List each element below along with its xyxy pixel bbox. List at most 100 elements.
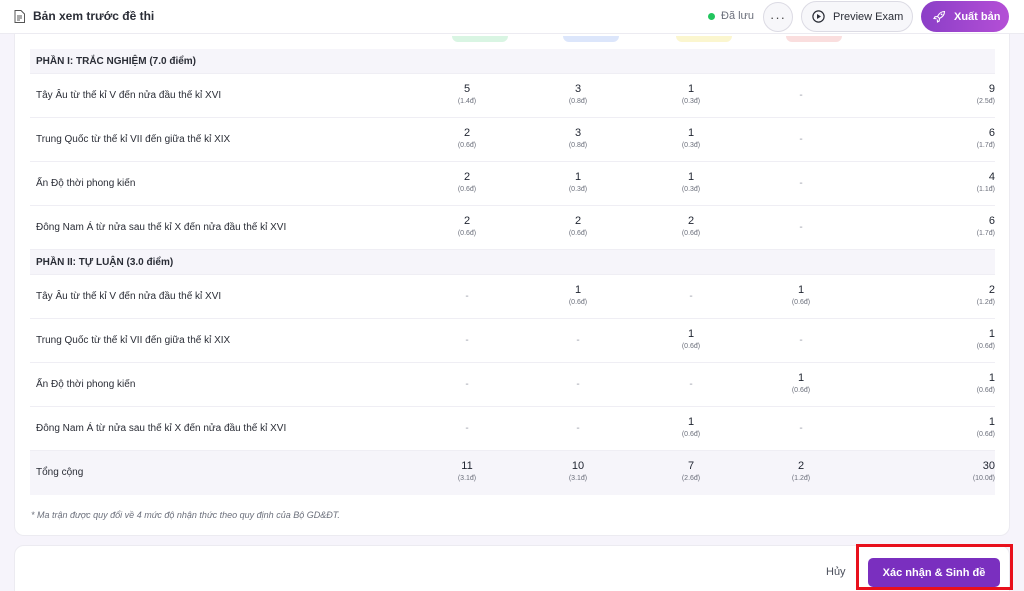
- points-value: (0.6đ): [568, 299, 588, 306]
- points-value: (0.6đ): [568, 230, 588, 237]
- level-4-cell: 2 (1.2đ): [781, 460, 821, 485]
- question-count: 6: [988, 127, 995, 139]
- cancel-button[interactable]: Hủy: [826, 566, 846, 578]
- points-value: (1.7đ): [976, 142, 995, 149]
- points-value: (0.3đ): [681, 98, 701, 105]
- topic-label: Ấn Độ thời phong kiến: [36, 178, 136, 189]
- points-value: (1.2đ): [976, 299, 995, 306]
- points-value: (0.3đ): [568, 186, 588, 193]
- level-4-cell: -: [781, 171, 821, 190]
- publish-button[interactable]: Xuất bản: [921, 1, 1009, 32]
- total-cell: 1 (0.6đ): [935, 372, 995, 397]
- question-count: 6: [988, 215, 995, 227]
- points-value: (0.3đ): [681, 142, 701, 149]
- section-header: PHẦN II: TỰ LUẬN (3.0 điểm): [30, 250, 995, 275]
- topic-label: Trung Quốc từ thế kỉ VII đến giữa thế kỉ…: [36, 134, 231, 145]
- empty-dash: -: [465, 291, 469, 302]
- points-value: (0.6đ): [976, 431, 995, 438]
- question-count: 10: [571, 460, 585, 472]
- more-options-button[interactable]: ···: [763, 2, 793, 32]
- question-count: 11: [461, 460, 473, 472]
- points-value: (0.6đ): [791, 299, 811, 306]
- level-3-cell: 1 (0.3đ): [671, 127, 711, 152]
- document-icon: [14, 10, 25, 23]
- question-count: 30: [982, 460, 995, 472]
- play-circle-icon: [812, 10, 825, 23]
- points-value: (0.6đ): [976, 343, 995, 350]
- question-count: 2: [463, 215, 471, 227]
- points-value: (0.6đ): [681, 230, 701, 237]
- top-bar: Bản xem trước đề thi Đã lưu ··· Preview …: [0, 0, 1024, 34]
- level-4-cell: -: [781, 416, 821, 435]
- matrix-table: PHẦN I: TRẮC NGHIỆM (7.0 điểm) Tây Âu từ …: [30, 49, 995, 495]
- table-row: Ấn Độ thời phong kiến 2 (0.6đ) 1 (0.3đ) 1 (0.3…: [30, 162, 995, 206]
- saved-dot-icon: [708, 12, 715, 20]
- level-2-cell: 1 (0.3đ): [558, 171, 598, 196]
- level-pill-4: [786, 36, 842, 42]
- level-2-cell: -: [558, 416, 598, 435]
- question-count: 4: [988, 171, 995, 183]
- points-value: (0.6đ): [457, 142, 477, 149]
- empty-dash: -: [799, 134, 803, 145]
- total-cell: 9 (2.5đ): [935, 83, 995, 108]
- level-1-cell: -: [447, 372, 487, 391]
- preview-exam-button[interactable]: Preview Exam: [801, 1, 913, 32]
- question-count: 7: [687, 460, 695, 472]
- level-1-cell: 11 (3.1đ): [447, 460, 487, 485]
- points-value: (2.6đ): [681, 475, 701, 482]
- points-value: (10.0đ): [972, 475, 995, 482]
- page-title: Bản xem trước đề thi: [33, 9, 155, 23]
- matrix-note: * Ma trận được quy đổi về 4 mức độ nhận …: [31, 510, 340, 520]
- level-1-cell: 2 (0.6đ): [447, 127, 487, 152]
- section-header: PHẦN I: TRẮC NGHIỆM (7.0 điểm): [30, 49, 995, 74]
- question-count: 2: [988, 284, 995, 296]
- points-value: (2.5đ): [976, 98, 995, 105]
- level-pill-1: [452, 36, 508, 42]
- publish-label: Xuất bản: [954, 10, 1001, 23]
- question-count: 5: [463, 83, 471, 95]
- empty-dash: -: [576, 335, 580, 346]
- question-count: 3: [574, 83, 582, 95]
- points-value: (3.1đ): [568, 475, 588, 482]
- highlight-box: [856, 544, 1013, 590]
- empty-dash: -: [799, 178, 803, 189]
- question-count: 2: [574, 215, 582, 227]
- points-value: (1.1đ): [976, 186, 995, 193]
- question-count: 2: [687, 215, 695, 227]
- points-value: (0.3đ): [681, 186, 701, 193]
- question-count: 1: [687, 328, 695, 340]
- matrix-card: PHẦN I: TRẮC NGHIỆM (7.0 điểm) Tây Âu từ …: [14, 34, 1010, 536]
- level-3-cell: -: [671, 284, 711, 303]
- empty-dash: -: [465, 423, 469, 434]
- more-icon: ···: [770, 9, 786, 25]
- topic-label: Tây Âu từ thế kỉ V đến nửa đầu thế kỉ XV…: [36, 291, 222, 302]
- table-row: Tây Âu từ thế kỉ V đến nửa đầu thế kỉ XV…: [30, 275, 995, 319]
- saved-status: Đã lưu: [708, 10, 754, 22]
- level-4-cell: -: [781, 127, 821, 146]
- level-1-cell: 2 (0.6đ): [447, 171, 487, 196]
- topic-label: Tây Âu từ thế kỉ V đến nửa đầu thế kỉ XV…: [36, 90, 222, 101]
- question-count: 1: [988, 372, 995, 384]
- question-count: 1: [687, 171, 695, 183]
- topic-label: Đông Nam Á từ nửa sau thế kỉ X đến nửa đ…: [36, 423, 287, 434]
- empty-dash: -: [799, 222, 803, 233]
- question-count: 1: [687, 416, 695, 428]
- points-value: (0.6đ): [976, 387, 995, 394]
- question-count: 1: [574, 171, 582, 183]
- total-cell: 1 (0.6đ): [935, 328, 995, 353]
- level-3-cell: 1 (0.6đ): [671, 328, 711, 353]
- level-pill-3: [676, 36, 732, 42]
- question-count: 2: [797, 460, 805, 472]
- total-cell: 6 (1.7đ): [935, 127, 995, 152]
- points-value: (0.6đ): [681, 343, 701, 350]
- total-cell: 30 (10.0đ): [935, 460, 995, 485]
- level-1-cell: 2 (0.6đ): [447, 215, 487, 240]
- level-1-cell: -: [447, 416, 487, 435]
- topic-label: Trung Quốc từ thế kỉ VII đến giữa thế kỉ…: [36, 335, 231, 346]
- empty-dash: -: [799, 335, 803, 346]
- level-3-cell: -: [671, 372, 711, 391]
- total-cell: 6 (1.7đ): [935, 215, 995, 240]
- level-4-cell: 1 (0.6đ): [781, 372, 821, 397]
- question-count: 2: [463, 171, 471, 183]
- question-count: 2: [463, 127, 471, 139]
